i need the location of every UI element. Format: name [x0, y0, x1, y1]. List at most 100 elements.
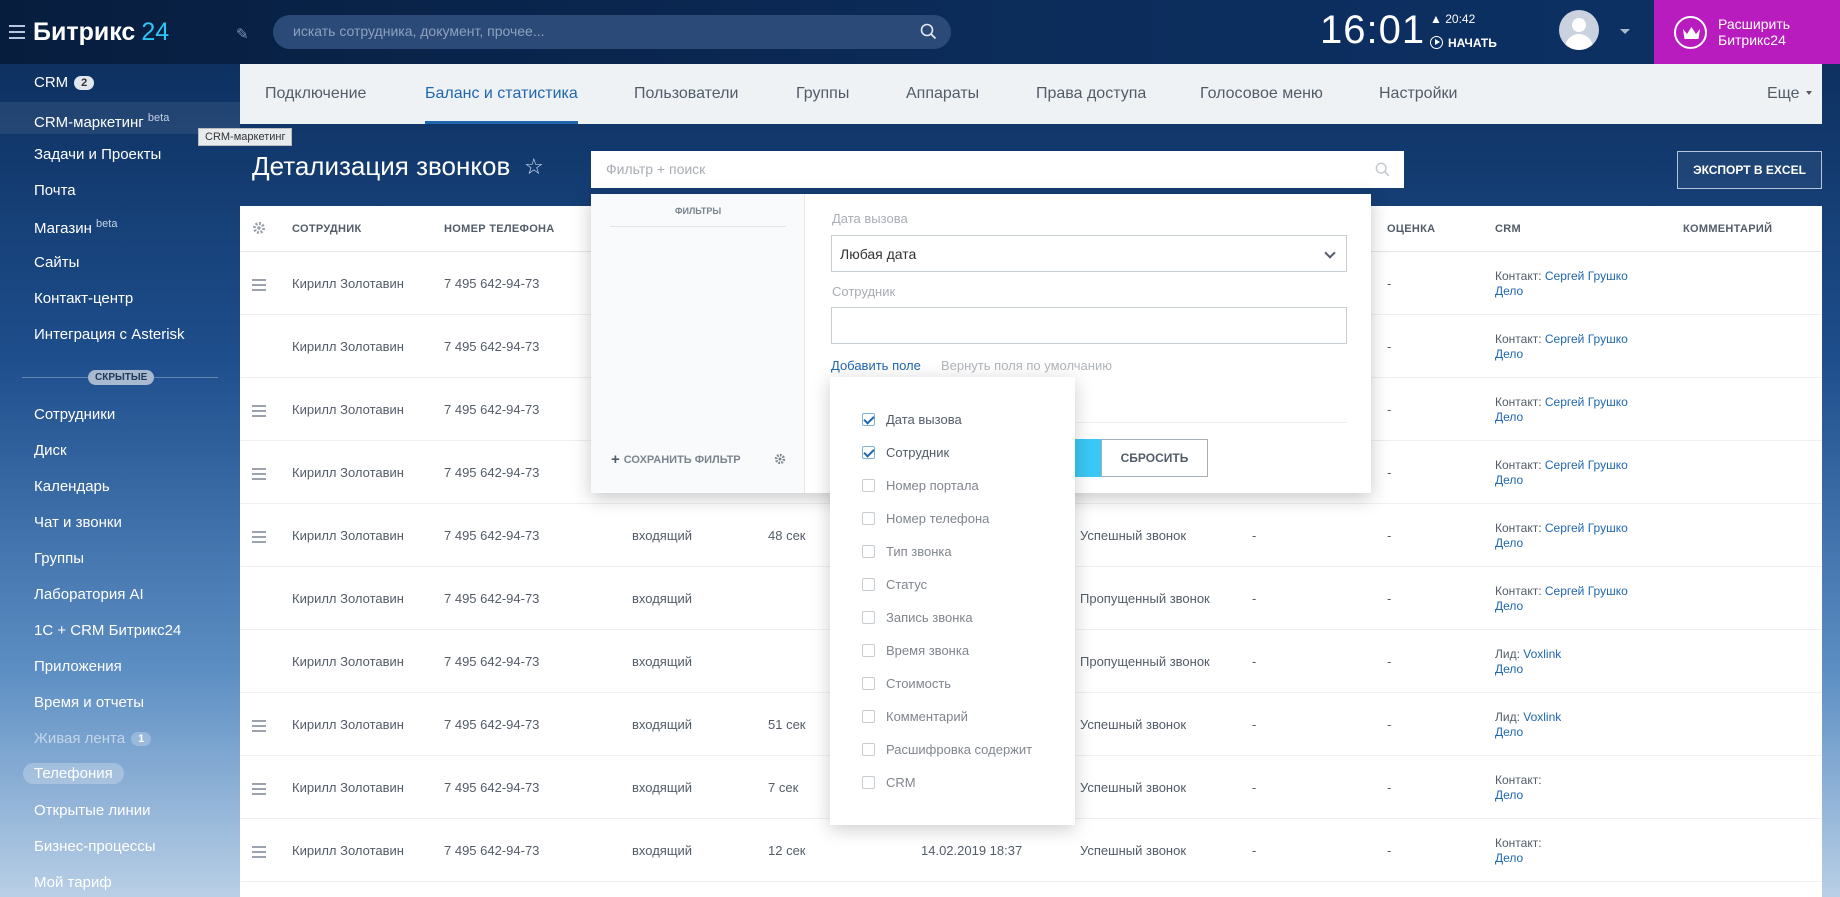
crm-entity-link[interactable]: Сергей Грушко	[1545, 395, 1628, 409]
sidebar-item-live-feed[interactable]: Живая лента 1	[34, 730, 152, 747]
field-menu-item[interactable]: Дата вызова	[862, 412, 962, 427]
sidebar-item-contact-center[interactable]: Контакт-центр	[34, 290, 133, 307]
sidebar-item-crm[interactable]: CRM 2	[34, 74, 95, 91]
crm-entity-link[interactable]: Сергей Грушко	[1545, 332, 1628, 346]
search-icon[interactable]	[920, 23, 937, 40]
hidden-section-label[interactable]: СКРЫТЫЕ	[88, 370, 155, 385]
tab-more[interactable]: Еще	[1767, 64, 1812, 124]
drag-handle-icon[interactable]	[252, 468, 266, 483]
sidebar-item-1c-crm[interactable]: 1С + CRM Битрикс24	[34, 622, 181, 639]
sidebar-item-sites[interactable]: Сайты	[34, 254, 79, 271]
crm-deal-link[interactable]: Дело	[1495, 410, 1523, 424]
tab-access-rights[interactable]: Права доступа	[1036, 64, 1146, 124]
logo[interactable]: Битрикс 24	[33, 18, 169, 47]
sidebar-item-ai-lab[interactable]: Лаборатория AI	[34, 586, 144, 603]
drag-handle-icon[interactable]	[252, 405, 266, 420]
sidebar-item-groups[interactable]: Группы	[34, 550, 84, 567]
avatar[interactable]	[1559, 10, 1599, 50]
drag-handle-icon[interactable]	[252, 720, 266, 735]
field-menu-item[interactable]: Стоимость	[862, 676, 951, 691]
sidebar-item-open-lines[interactable]: Открытые линии	[34, 802, 151, 819]
save-filter-button[interactable]: + СОХРАНИТЬ ФИЛЬТР	[611, 451, 741, 468]
employee-field[interactable]	[831, 307, 1347, 344]
edit-pencil-icon[interactable]: ✎	[236, 25, 249, 43]
add-field-link[interactable]: Добавить поле	[831, 358, 921, 373]
sidebar-item-shop[interactable]: Магазин beta	[34, 218, 117, 237]
tab-settings[interactable]: Настройки	[1379, 64, 1457, 124]
field-menu-item[interactable]: Статус	[862, 577, 927, 592]
checkbox[interactable]	[862, 446, 875, 459]
search-icon[interactable]	[1375, 162, 1390, 177]
crm-deal-link[interactable]: Дело	[1495, 662, 1523, 676]
crm-deal-link[interactable]: Дело	[1495, 473, 1523, 487]
crm-entity-link[interactable]: Сергей Грушко	[1545, 269, 1628, 283]
sidebar-item-chat[interactable]: Чат и звонки	[34, 514, 122, 531]
drag-handle-icon[interactable]	[252, 279, 266, 294]
column-header-employee[interactable]: СОТРУДНИК	[292, 223, 362, 235]
sidebar-item-telephony[interactable]: Телефония	[23, 763, 124, 784]
crm-deal-link[interactable]: Дело	[1495, 599, 1523, 613]
field-menu-item[interactable]: Комментарий	[862, 709, 968, 724]
sidebar-item-my-plan[interactable]: Мой тариф	[34, 874, 112, 891]
crm-deal-link[interactable]: Дело	[1495, 284, 1523, 298]
reset-button[interactable]: СБРОСИТЬ	[1101, 439, 1208, 477]
sidebar-item-calendar[interactable]: Календарь	[34, 478, 110, 495]
tab-devices[interactable]: Аппараты	[906, 64, 979, 124]
filter-search-input[interactable]	[606, 161, 1366, 177]
sidebar-item-tasks[interactable]: Задачи и Проекты	[34, 146, 161, 163]
crm-deal-link[interactable]: Дело	[1495, 851, 1523, 865]
checkbox[interactable]	[862, 578, 875, 591]
crm-entity-link[interactable]: Сергей Грушко	[1545, 521, 1628, 535]
checkbox[interactable]	[862, 512, 875, 525]
date-select[interactable]: Любая дата	[831, 235, 1347, 272]
restore-default-fields-link[interactable]: Вернуть поля по умолчанию	[941, 358, 1112, 373]
upgrade-button[interactable]: Расширить Битрикс24	[1654, 0, 1840, 64]
checkbox[interactable]	[862, 644, 875, 657]
checkbox[interactable]	[862, 710, 875, 723]
crm-deal-link[interactable]: Дело	[1495, 347, 1523, 361]
tab-connection[interactable]: Подключение	[265, 64, 366, 124]
sidebar-item-mail[interactable]: Почта	[34, 182, 76, 199]
field-menu-item[interactable]: Запись звонка	[862, 610, 973, 625]
crm-deal-link[interactable]: Дело	[1495, 788, 1523, 802]
star-icon[interactable]: ☆	[524, 154, 544, 180]
checkbox[interactable]	[862, 413, 875, 426]
start-workday-button[interactable]: НАЧАТЬ	[1430, 36, 1497, 50]
gear-icon[interactable]	[252, 221, 266, 235]
field-menu-item[interactable]: Сотрудник	[862, 445, 949, 460]
sidebar-item-asterisk[interactable]: Интеграция с Asterisk	[34, 326, 185, 343]
column-header-phone[interactable]: НОМЕР ТЕЛЕФОНА	[444, 223, 555, 235]
tab-voice-menu[interactable]: Голосовое меню	[1200, 64, 1323, 124]
checkbox[interactable]	[862, 611, 875, 624]
crm-entity-link[interactable]: Сергей Грушко	[1545, 458, 1628, 472]
crm-entity-link[interactable]: Voxlink	[1523, 710, 1561, 724]
field-menu-item[interactable]: Номер телефона	[862, 511, 989, 526]
chevron-down-icon[interactable]	[1620, 29, 1630, 34]
column-header-rating[interactable]: ОЦЕНКА	[1387, 223, 1435, 235]
column-header-crm[interactable]: CRM	[1495, 223, 1521, 235]
sidebar-item-apps[interactable]: Приложения	[34, 658, 122, 675]
crm-entity-link[interactable]: Voxlink	[1523, 647, 1561, 661]
field-menu-item[interactable]: Время звонка	[862, 643, 969, 658]
field-menu-item[interactable]: Тип звонка	[862, 544, 952, 559]
sidebar-item-employees[interactable]: Сотрудники	[34, 406, 115, 423]
sidebar-item-business-processes[interactable]: Бизнес-процессы	[34, 838, 156, 855]
checkbox[interactable]	[862, 677, 875, 690]
checkbox[interactable]	[862, 479, 875, 492]
drag-handle-icon[interactable]	[252, 846, 266, 861]
column-header-comment[interactable]: КОММЕНТАРИЙ	[1683, 223, 1772, 235]
field-menu-item[interactable]: CRM	[862, 775, 916, 790]
export-excel-button[interactable]: ЭКСПОРТ В EXCEL	[1677, 151, 1822, 189]
global-search-input[interactable]	[293, 23, 893, 39]
gear-icon[interactable]	[774, 453, 786, 465]
sidebar-item-time-reports[interactable]: Время и отчеты	[34, 694, 144, 711]
sidebar-item-disk[interactable]: Диск	[34, 442, 67, 459]
menu-icon[interactable]	[9, 25, 25, 39]
crm-deal-link[interactable]: Дело	[1495, 725, 1523, 739]
drag-handle-icon[interactable]	[252, 783, 266, 798]
checkbox[interactable]	[862, 776, 875, 789]
find-button[interactable]	[1071, 439, 1101, 477]
crm-deal-link[interactable]: Дело	[1495, 536, 1523, 550]
tab-groups[interactable]: Группы	[796, 64, 849, 124]
field-menu-item[interactable]: Номер портала	[862, 478, 979, 493]
